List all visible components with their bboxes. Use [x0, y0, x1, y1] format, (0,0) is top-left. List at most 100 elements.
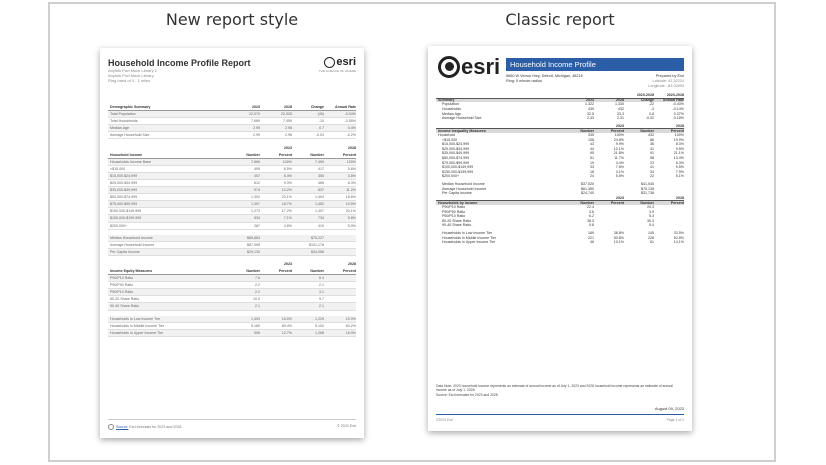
row-label: P90/P50 Ratio [442, 209, 466, 214]
cell-value: 9.3% [283, 180, 292, 185]
table-row: Per Capita Income $29,130 $34,056 [108, 248, 356, 256]
cell-value: 12.7% [281, 330, 292, 335]
cell-value: $87,059 [247, 242, 260, 247]
table-row: $15,000-$24,999 43 9.9% 36 8.3% [436, 142, 684, 147]
cell-value: 2.96 [285, 126, 292, 131]
footer-copyright: ©2023 Esri [436, 418, 453, 422]
row-label: Household Income [110, 152, 143, 157]
table-row: $150,000-$199,999 534 7.1% 734 9.8% [108, 215, 356, 223]
cell-value: -0.14% [672, 107, 684, 112]
cell-value: 10.1% [613, 146, 624, 151]
globe-icon [438, 56, 460, 78]
table-row: $200,000+ 24 5.5% 22 5.1% [436, 174, 684, 179]
cell-value: 18.8% [345, 195, 356, 200]
table-row: $15,000-$24,999 407 5.4% 350 3.8% [108, 172, 356, 180]
cell-value: 18 [590, 169, 594, 174]
cell-value: 5.3 [649, 214, 654, 219]
cell-value: 1,302 [251, 195, 260, 200]
row-label: Income Equity Measures [110, 269, 153, 274]
cell-value: 2.96 [285, 133, 292, 138]
table-row: 90-40 Share Ratio 5.8 5.4 [436, 223, 684, 228]
table-row: Households in Low Income Tier 169 38.8% 145… [436, 231, 684, 236]
cell-value: 534 [254, 216, 260, 221]
cell-value: $61,380 [581, 186, 594, 191]
cell-value: Percent [342, 269, 356, 274]
row-label: Per Capita Income [110, 249, 140, 254]
cell-value: $29,130 [247, 249, 260, 254]
new-report-body: Demographic Summary 2023 2028 Change Annual … [108, 104, 356, 337]
table-row: Households 435 432 -3 -0.14% [436, 107, 684, 112]
cell-value: $41,540 [641, 181, 654, 186]
classic-report-body: 2023-2028 2023-2028 Summary 2023 2028 Change A… [436, 93, 684, 244]
row-label: $200,000+ [442, 174, 460, 179]
cell-value: 50.8% [613, 235, 624, 240]
row-label: P90/P10 Ratio [110, 276, 134, 281]
cell-value: 69.4% [281, 323, 292, 328]
table-row: Households Income Base 7,869 100% 7,459 100% [108, 158, 356, 166]
row-label: $35,000-$49,999 [110, 188, 138, 193]
table-row: $150,000-$199,999 18 4.1% 34 7.9% [436, 170, 684, 175]
report-date: August 09, 2023 [654, 406, 684, 411]
cell-value: 0.8 [649, 111, 654, 116]
cell-value: 41 [650, 146, 654, 151]
table-row: $200,000+ 287 3.8% 410 5.0% [108, 223, 356, 230]
table-row: 90-40 Share Ratio 2.1 2.1 [108, 303, 356, 311]
cell-value: 52.8% [673, 235, 684, 240]
row-label: <$15,000 [442, 137, 458, 142]
cell-value: $31,738 [641, 191, 654, 196]
row-label: 80-20 Share Ratio [110, 297, 140, 302]
row-label: Median Age [110, 126, 129, 131]
cell-value: 7.6% [615, 165, 624, 170]
table-row: Households in Upper Income Tier 46 10.1% 61… [436, 240, 684, 245]
cell-value: 86 [650, 137, 654, 142]
cell-value: Number [246, 152, 260, 157]
row-label: $50,000-$74,999 [110, 195, 138, 200]
cell-value: $75,138 [641, 186, 654, 191]
cell-value: 16.9% [345, 330, 356, 335]
source-link[interactable]: Source: [116, 425, 128, 429]
table-header: Household Income Number Percent Number Perce… [108, 152, 356, 159]
row-label: Households in Middle Income Tier [110, 323, 165, 328]
new-report-header: Household Income Profile Report Anyfolk … [108, 56, 356, 88]
cell-value: 2028 [284, 105, 292, 110]
cell-value: 13.2% [281, 188, 292, 193]
cell-value: 2.1 [319, 283, 324, 288]
table-row: <$15,000 495 6.5% 417 5.6% [108, 166, 356, 173]
row-label: Average Household Income [110, 242, 155, 247]
cell-value: 19 [590, 160, 594, 165]
cell-value: $101,178 [309, 242, 324, 247]
row-label: $100,000-$149,999 [110, 209, 142, 214]
cell-value: 95 [590, 151, 594, 156]
cell-value: 417 [318, 166, 324, 171]
cell-value: Percent [342, 152, 356, 157]
row-label: $150,000-$199,999 [442, 169, 474, 174]
cell-value: 1,258 [315, 330, 324, 335]
table-header: Income Equity Measures Number Percent Numbe… [108, 268, 356, 276]
cell-value: 2.1 [319, 304, 324, 309]
cell-value: 974 [254, 188, 260, 193]
row-label: Median Age [442, 111, 461, 116]
cell-value: -0.2% [346, 133, 356, 138]
table-row: <$15,000 108 24.8% 86 19.9% [436, 137, 684, 142]
cell-value: 19.5% [345, 202, 356, 207]
cell-value: -0.43% [672, 102, 684, 107]
row-label: $25,000-$34,999 [110, 180, 138, 185]
row-label: Total Population [110, 112, 136, 117]
row-label: $25,000-$34,999 [442, 146, 470, 151]
cell-value: 5.3% [675, 160, 684, 165]
cell-value: 5.6% [347, 166, 356, 171]
logo-text: esri [461, 54, 501, 79]
cell-value: 996 [254, 330, 260, 335]
table-row: P90/P10 Ratio 7.6 6.4 [108, 275, 356, 283]
cell-value: 51 [590, 156, 594, 161]
cell-value: 1,322 [585, 102, 594, 107]
cell-value: 22.4 [587, 204, 594, 209]
row-label: Per Capita Income [442, 191, 472, 196]
cell-value: 9.7 [319, 297, 324, 302]
cell-value: -0.02 [645, 116, 654, 121]
row-label: $50,000-$74,999 [442, 156, 470, 161]
cell-value: 41 [650, 165, 654, 170]
table-header: Demographic Summary 2023 2028 Change Annual … [108, 104, 356, 112]
cell-value: 2.2 [255, 283, 260, 288]
globe-icon [324, 56, 336, 68]
